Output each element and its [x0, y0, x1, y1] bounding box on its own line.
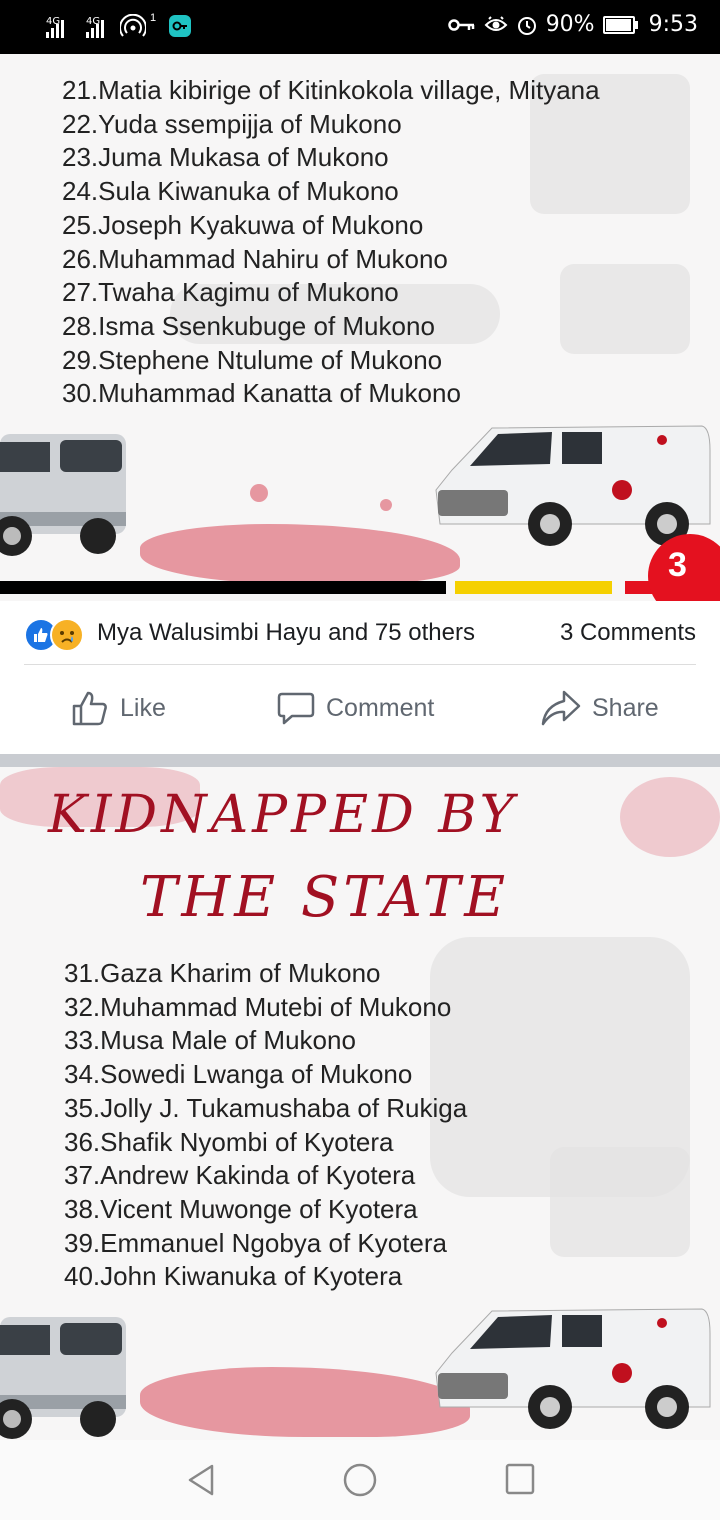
comment-label: Comment [326, 693, 435, 722]
list-item: 38.Vicent Muwonge of Kyotera [64, 1193, 418, 1224]
network-type-label: 4G [86, 16, 101, 27]
blood-splatter [380, 499, 392, 511]
battery-icon [602, 15, 638, 34]
signal-icon: 4G [46, 16, 64, 38]
right-van-image [435, 1308, 711, 1429]
battery-percent: 90% [545, 12, 595, 37]
thumbs-up-icon [72, 691, 107, 726]
back-icon[interactable] [184, 1462, 218, 1498]
headline-line-1: KIDNAPPED BY [48, 785, 518, 845]
list-item: 25.Joseph Kyakuwa of Mukono [62, 209, 424, 240]
names-list: 21.Matia kibirige of Kitinkokola village… [62, 74, 600, 411]
vpn-key-icon [169, 15, 192, 37]
list-item: 32.Muhammad Mutebi of Mukono [64, 991, 452, 1022]
share-icon [541, 690, 581, 726]
comments-count[interactable]: 3 Comments [560, 619, 696, 647]
headline-line-2: THE STATE [140, 865, 510, 930]
list-item: 40.John Kiwanuka of Kyotera [64, 1261, 403, 1292]
names-list: 31.Gaza Kharim of Mukono 32.Muhammad Mut… [64, 957, 467, 1294]
left-van-image [0, 1317, 126, 1439]
list-item: 35.Jolly J. Tukamushaba of Rukiga [64, 1092, 468, 1123]
sad-reaction-icon [50, 618, 84, 652]
list-item: 23.Juma Mukasa of Mukono [62, 142, 389, 173]
left-van-image [0, 434, 126, 556]
blood-splatter [250, 484, 268, 502]
list-item: 24.Sula Kiwanuka of Mukono [62, 176, 399, 207]
list-item: 34.Sowedi Lwanga of Mukono [64, 1059, 413, 1090]
reaction-icons[interactable] [24, 618, 90, 652]
eye-icon [484, 15, 508, 31]
share-button[interactable]: Share [540, 688, 659, 728]
signal-icon: 4G [86, 16, 104, 38]
key-icon [447, 18, 474, 31]
alarm-icon [517, 16, 536, 35]
list-item: 30.Muhammad Kanatta of Mukono [62, 378, 461, 409]
recents-icon[interactable] [504, 1462, 536, 1496]
list-item: 27.Twaha Kagimu of Mukono [62, 277, 399, 308]
list-item: 21.Matia kibirige of Kitinkokola village… [62, 75, 600, 105]
flag-stripe-black [0, 581, 446, 594]
list-item: 36.Shafik Nyombi of Kyotera [64, 1126, 394, 1157]
background-van-watermark [550, 1147, 690, 1257]
flag-stripe-yellow [455, 581, 612, 594]
reactors-text[interactable]: Mya Walusimbi Hayu and 75 others [97, 619, 475, 647]
home-icon[interactable] [342, 1462, 378, 1498]
share-label: Share [592, 693, 659, 722]
post-image-kidnapped-by-the-state[interactable]: KIDNAPPED BY THE STATE 31.Gaza Kharim of… [0, 767, 720, 1440]
divider [24, 664, 696, 665]
list-item: 37.Andrew Kakinda of Kyotera [64, 1160, 416, 1191]
post-separator [0, 754, 720, 767]
list-item: 31.Gaza Kharim of Mukono [64, 958, 381, 988]
post-image-list-part3[interactable]: 21.Matia kibirige of Kitinkokola village… [0, 54, 720, 601]
reactions-bar[interactable]: Mya Walusimbi Hayu and 75 others 3 Comme… [0, 601, 720, 665]
list-item: 28.Isma Ssenkubuge of Mukono [62, 310, 435, 341]
hotspot-count: 1 [150, 12, 157, 24]
page-number: 3 [668, 546, 687, 584]
blood-splatter [140, 1367, 470, 1437]
list-item: 39.Emmanuel Ngobya of Kyotera [64, 1227, 447, 1258]
comment-button[interactable]: Comment [276, 688, 434, 728]
list-item: 33.Musa Male of Mukono [64, 1025, 356, 1056]
system-nav-bar [0, 1440, 720, 1520]
network-type-label: 4G [46, 16, 61, 27]
post-actions: Like Comment Share [0, 666, 720, 754]
status-bar: 4G 4G 1 90% 9:53 [0, 0, 720, 54]
blood-splatter [620, 777, 720, 857]
like-label: Like [120, 693, 166, 722]
list-item: 22.Yuda ssempijja of Mukono [62, 108, 402, 139]
hotspot-icon [120, 14, 146, 37]
blood-splatter [140, 524, 460, 584]
right-van-image [435, 425, 711, 546]
list-item: 26.Muhammad Nahiru of Mukono [62, 243, 448, 274]
clock-time: 9:53 [648, 12, 698, 37]
comment-icon [277, 692, 315, 725]
list-item: 29.Stephene Ntulume of Mukono [62, 344, 443, 375]
like-button[interactable]: Like [70, 688, 166, 728]
